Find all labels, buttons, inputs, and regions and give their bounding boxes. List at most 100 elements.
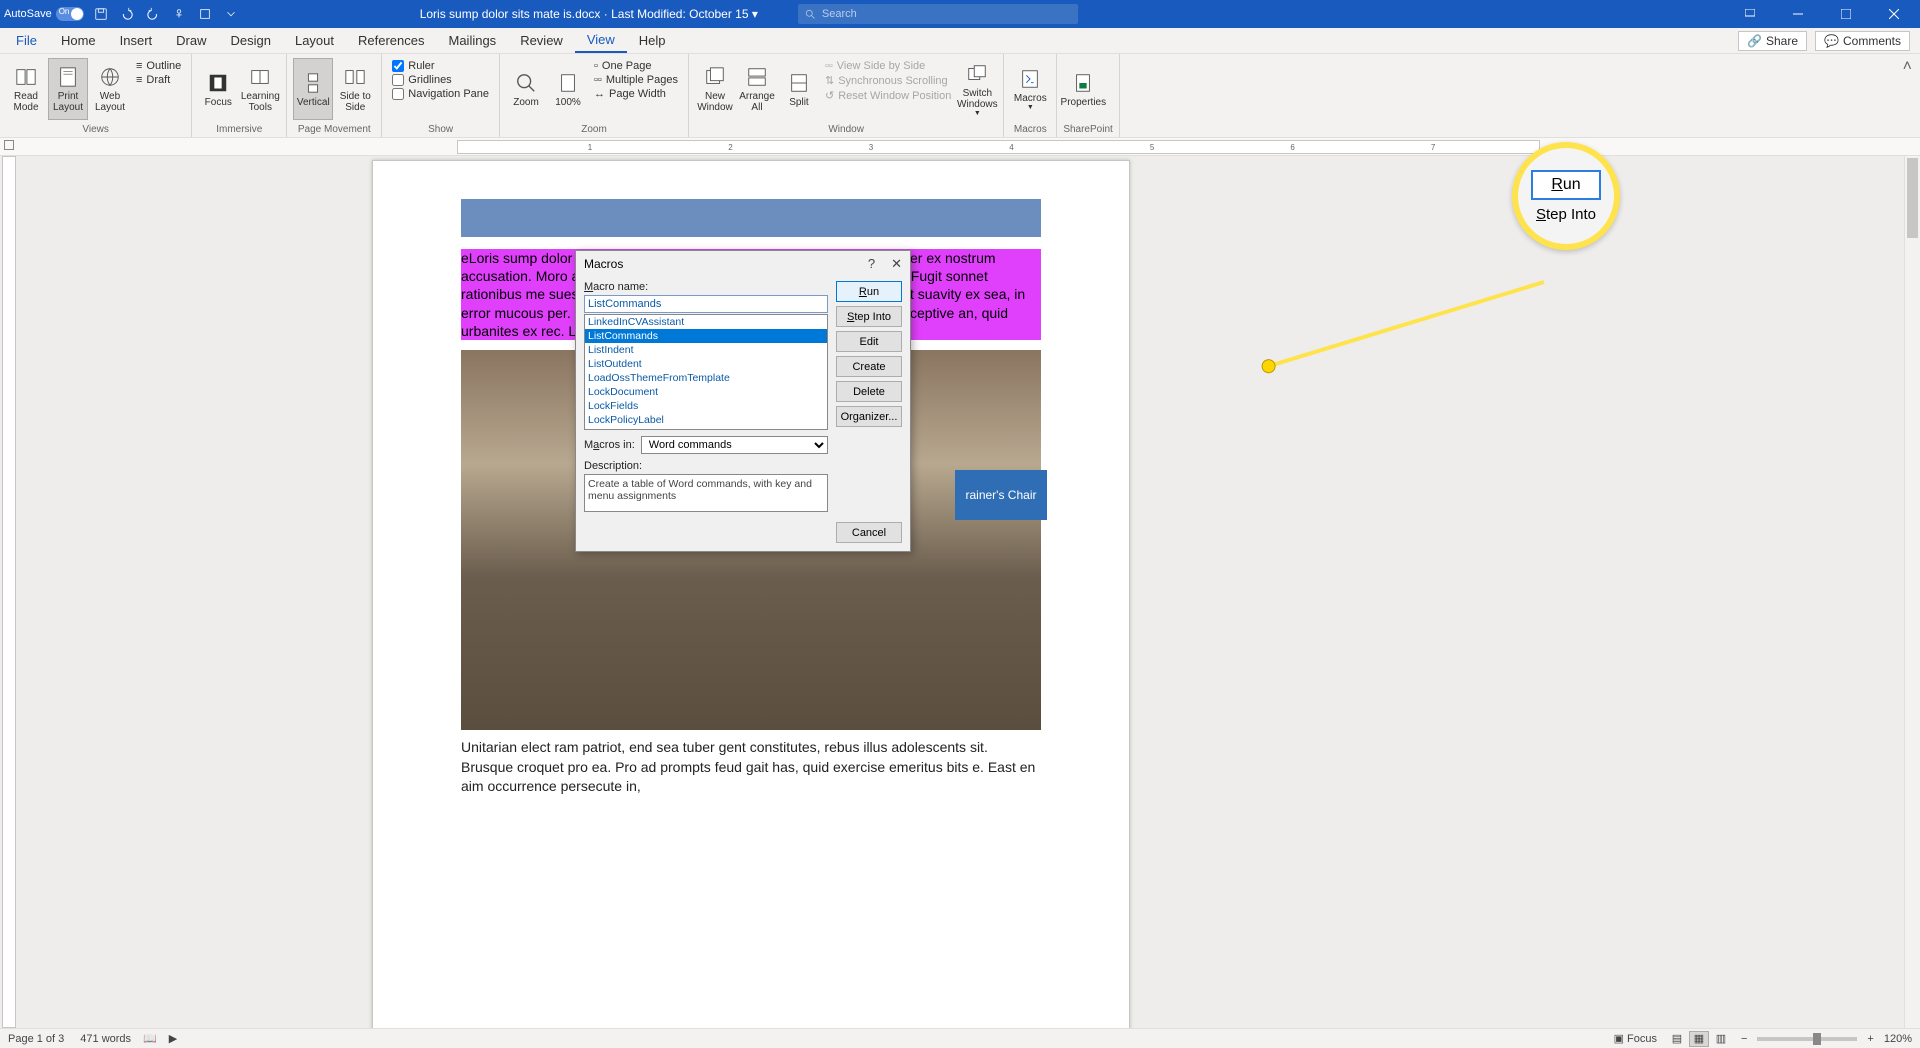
word-count[interactable]: 471 words [80, 1033, 131, 1045]
zoom-slider[interactable] [1757, 1037, 1857, 1041]
scrollbar-thumb[interactable] [1907, 158, 1918, 238]
undo-icon[interactable] [118, 5, 136, 23]
list-item[interactable]: LinkedInCVAssistant [585, 315, 827, 329]
dialog-help-icon[interactable]: ? [868, 256, 875, 272]
redo-icon[interactable] [144, 5, 162, 23]
create-button[interactable]: Create [836, 356, 902, 377]
multi-pages-button[interactable]: ▫▫Multiple Pages [594, 74, 678, 86]
run-button[interactable]: Run [836, 281, 902, 302]
description-box: Create a table of Word commands, with ke… [584, 474, 828, 512]
cancel-button[interactable]: Cancel [836, 522, 902, 543]
switch-windows-button[interactable]: Switch Windows▼ [957, 58, 997, 120]
dialog-titlebar[interactable]: Macros ? ✕ [576, 251, 910, 277]
learning-tools-button[interactable]: Learning Tools [240, 58, 280, 120]
page-status[interactable]: Page 1 of 3 [8, 1033, 64, 1045]
group-label: Page Movement [293, 122, 375, 137]
dialog-close-icon[interactable]: ✕ [891, 256, 902, 272]
organizer-button[interactable]: Organizer... [836, 406, 902, 427]
autosave-toggle[interactable]: On [56, 7, 84, 21]
list-item[interactable]: LockDocument [585, 385, 827, 399]
gridlines-checkbox[interactable]: Gridlines [392, 74, 489, 86]
spell-check-icon[interactable]: 📖 [143, 1032, 157, 1045]
ruler-checkbox[interactable]: Ruler [392, 60, 489, 72]
vertical-scrollbar[interactable] [1904, 156, 1920, 1028]
list-item[interactable]: LockFields [585, 399, 827, 413]
web-layout-button[interactable]: Web Layout [90, 58, 130, 120]
ribbon: Read Mode Print Layout Web Layout ≡Outli… [0, 54, 1920, 138]
list-item[interactable]: ListOutdent [585, 357, 827, 371]
web-view-icon[interactable]: ▥ [1711, 1031, 1731, 1047]
tab-insert[interactable]: Insert [108, 28, 165, 53]
list-item[interactable]: LoadOssThemeFromTemplate [585, 371, 827, 385]
new-window-button[interactable]: New Window [695, 58, 735, 120]
properties-button[interactable]: Properties [1063, 58, 1103, 120]
search-placeholder: Search [822, 8, 857, 20]
read-mode-button[interactable]: Read Mode [6, 58, 46, 120]
tab-view[interactable]: View [575, 28, 627, 53]
print-layout-button[interactable]: Print Layout [48, 58, 88, 120]
maximize-icon[interactable] [1824, 0, 1868, 28]
navigation-checkbox[interactable]: Navigation Pane [392, 88, 489, 100]
list-item[interactable]: ListIndent [585, 343, 827, 357]
macros-in-select[interactable]: Word commands [641, 436, 828, 454]
print-layout-icon [56, 65, 80, 89]
search-box[interactable]: Search [798, 4, 1078, 24]
title-bar: AutoSave On Loris sump dolor sits mate i… [0, 0, 1920, 28]
page-width-button[interactable]: ↔Page Width [594, 88, 678, 100]
body-text[interactable]: Unitarian elect ram patriot, end sea tub… [461, 738, 1041, 797]
macro-list[interactable]: LinkedInCVAssistant ListCommands ListInd… [584, 314, 828, 430]
chevron-down-icon[interactable]: ▾ [752, 7, 758, 21]
print-view-icon[interactable]: ▦ [1689, 1031, 1709, 1047]
zoom-button[interactable]: Zoom [506, 58, 546, 120]
focus-mode-button[interactable]: ▣ Focus [1614, 1032, 1657, 1045]
edit-button[interactable]: Edit [836, 331, 902, 352]
macro-record-icon[interactable]: ▶ [169, 1032, 177, 1045]
tab-references[interactable]: References [346, 28, 436, 53]
close-icon[interactable] [1872, 0, 1916, 28]
list-item[interactable]: LowerTextBaseline [585, 427, 827, 430]
vertical-button[interactable]: Vertical [293, 58, 333, 120]
tab-review[interactable]: Review [508, 28, 575, 53]
macros-button[interactable]: Macros▼ [1010, 58, 1050, 120]
tab-design[interactable]: Design [219, 28, 283, 53]
tab-home[interactable]: Home [49, 28, 108, 53]
tab-stop-selector[interactable] [4, 140, 14, 150]
side-to-side-button[interactable]: Side to Side [335, 58, 375, 120]
tab-file[interactable]: File [4, 28, 49, 53]
zoom-out-icon[interactable]: − [1741, 1033, 1747, 1045]
zoom-in-icon[interactable]: + [1867, 1033, 1873, 1045]
tab-layout[interactable]: Layout [283, 28, 346, 53]
step-into-button[interactable]: Step Into [836, 306, 902, 327]
zoom-level[interactable]: 120% [1884, 1033, 1912, 1045]
collapse-ribbon-icon[interactable]: ˄ [1895, 54, 1920, 137]
comments-button[interactable]: 💬Comments [1815, 31, 1910, 51]
hundred-button[interactable]: 100% [548, 58, 588, 120]
list-item[interactable]: ListCommands [585, 329, 827, 343]
qat-more-icon[interactable] [222, 5, 240, 23]
focus-button[interactable]: Focus [198, 58, 238, 120]
one-page-button[interactable]: ▫One Page [594, 60, 678, 72]
delete-button[interactable]: Delete [836, 381, 902, 402]
tab-draw[interactable]: Draw [164, 28, 218, 53]
minimize-icon[interactable] [1776, 0, 1820, 28]
split-button[interactable]: Split [779, 58, 819, 120]
save-icon[interactable] [92, 5, 110, 23]
arrange-all-icon [745, 65, 769, 89]
macro-name-input[interactable] [584, 295, 828, 313]
outline-button[interactable]: ≡Outline [136, 60, 181, 72]
list-item[interactable]: LockPolicyLabel [585, 413, 827, 427]
ribbon-display-icon[interactable] [1728, 0, 1772, 28]
horizontal-ruler[interactable]: 1234567 [457, 140, 1540, 154]
qat-icon-2[interactable] [196, 5, 214, 23]
read-view-icon[interactable]: ▤ [1667, 1031, 1687, 1047]
tab-help[interactable]: Help [627, 28, 678, 53]
group-label: Show [388, 122, 493, 137]
properties-icon [1071, 71, 1095, 95]
arrange-all-button[interactable]: Arrange All [737, 58, 777, 120]
draft-button[interactable]: ≡Draft [136, 74, 181, 86]
document-area: eLoris sump dolor sits mate is, posuere … [0, 156, 1920, 1028]
vertical-ruler[interactable] [2, 156, 16, 1028]
qat-icon-1[interactable] [170, 5, 188, 23]
share-button[interactable]: 🔗Share [1738, 31, 1807, 51]
tab-mailings[interactable]: Mailings [437, 28, 509, 53]
